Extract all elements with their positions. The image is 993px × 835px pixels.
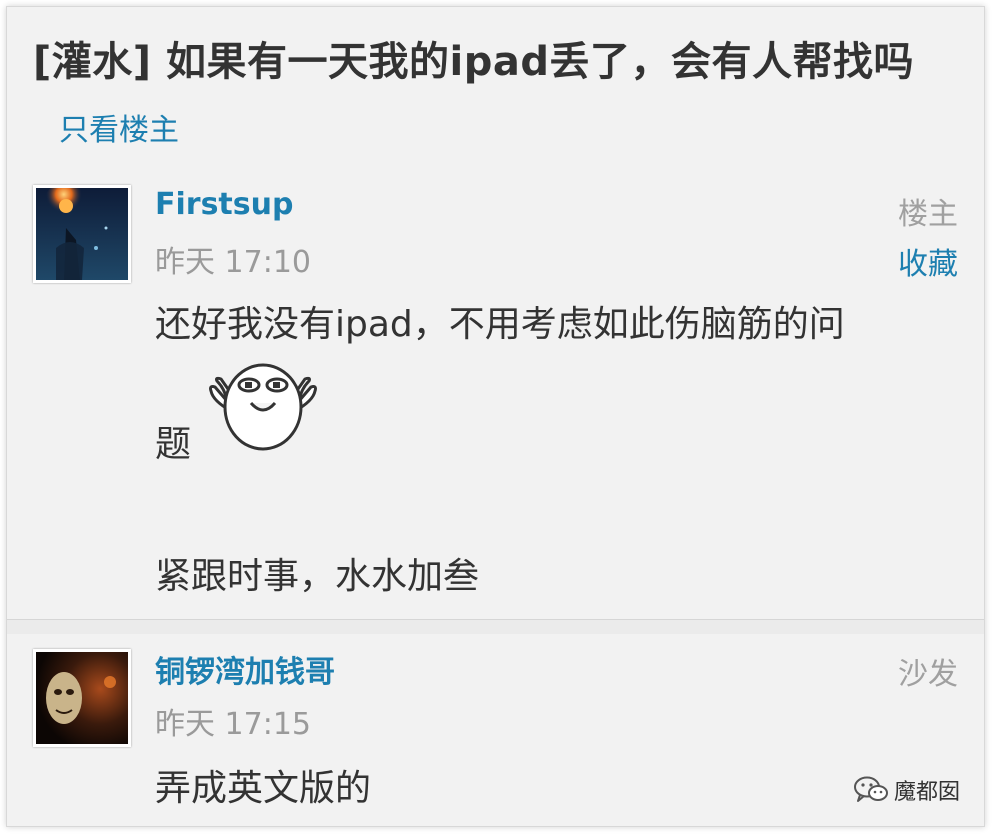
floor-label: 沙发 xyxy=(898,657,958,692)
post-op: Firstsup 昨天 17:10 楼主 收藏 还好我没有ipad，不用考虑如此… xyxy=(7,177,984,619)
masked-face-avatar-icon xyxy=(36,652,128,744)
favorite-button[interactable]: 收藏 xyxy=(898,239,958,283)
post-divider xyxy=(7,619,984,634)
watermark-text: 魔都囡 xyxy=(893,780,960,805)
user-avatar[interactable] xyxy=(33,185,131,283)
waving-face-emoji-icon xyxy=(209,363,317,451)
post-reply: 铜锣湾加钱哥 昨天 17:15 沙发 弄成英文版的 xyxy=(7,633,984,826)
fiery-planet-avatar-icon xyxy=(36,188,128,280)
post-time: 昨天 17:10 xyxy=(155,245,311,280)
post-content-line: 还好我没有ipad，不用考虑如此伤脑筋的问 xyxy=(155,304,845,345)
floor-label: 楼主 xyxy=(898,197,958,232)
only-op-link[interactable]: 只看楼主 xyxy=(59,105,179,149)
thread-title: [灌水] 如果有一天我的ipad丢了，会有人帮找吗 xyxy=(33,39,914,85)
post-time: 昨天 17:15 xyxy=(155,707,311,742)
post-content-line: 题 xyxy=(155,424,192,465)
user-avatar[interactable] xyxy=(33,649,131,747)
wechat-icon xyxy=(853,776,888,802)
thread-page: [灌水] 如果有一天我的ipad丢了，会有人帮找吗 只看楼主 Firstsup … xyxy=(6,6,985,827)
post-username[interactable]: Firstsup xyxy=(155,187,293,222)
post-content-line: 紧跟时事，水水加叁 xyxy=(155,556,480,597)
post-content-line: 弄成英文版的 xyxy=(155,768,372,809)
post-username[interactable]: 铜锣湾加钱哥 xyxy=(155,647,335,691)
watermark: 魔都囡 xyxy=(853,774,960,806)
